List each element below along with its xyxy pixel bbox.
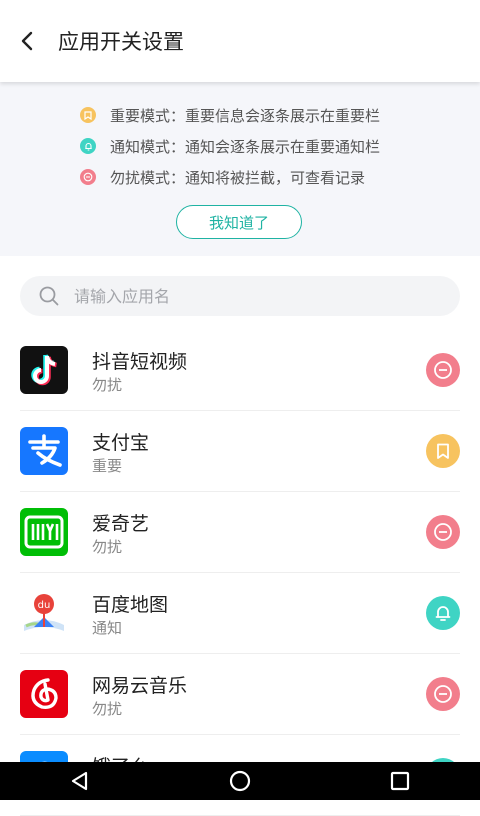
search-input[interactable] (72, 285, 436, 307)
nav-home-button[interactable] (210, 762, 270, 800)
alipay-icon (20, 427, 68, 475)
nav-back-button[interactable] (50, 762, 110, 800)
app-row-alipay[interactable]: 支付宝 重要 (20, 411, 460, 492)
system-navigation-bar (0, 762, 480, 800)
minus-circle-icon (434, 361, 452, 379)
mode-toggle-button[interactable] (426, 596, 460, 630)
bell-icon (80, 138, 96, 154)
app-mode-label: 勿扰 (92, 700, 123, 718)
bookmark-icon (437, 443, 449, 459)
svg-text:du: du (38, 600, 51, 611)
app-name: 支付宝 (92, 432, 150, 454)
search-icon (39, 286, 59, 306)
app-name: 爱奇艺 (92, 513, 150, 535)
app-row-netease-music[interactable]: 网易云音乐 勿扰 (20, 654, 460, 735)
app-name: 百度地图 (92, 594, 169, 616)
page-title: 应用开关设置 (58, 30, 184, 54)
mode-toggle-button[interactable] (426, 434, 460, 468)
app-row-baidu-map[interactable]: du 百度地图 通知 (20, 573, 460, 654)
app-row-douyin[interactable]: 抖音短视频 勿扰 (20, 330, 460, 411)
circle-home-icon (229, 770, 251, 792)
bell-icon (435, 606, 451, 621)
app-mode-label: 勿扰 (92, 376, 123, 394)
app-mode-label: 勿扰 (92, 538, 123, 556)
triangle-back-icon (71, 771, 88, 791)
mode-toggle-button[interactable] (426, 515, 460, 549)
minus-circle-icon (434, 685, 452, 703)
baidu-map-icon: du (20, 589, 68, 637)
mode-legend-dnd: 勿扰模式：通知将被拦截，可查看记录 (80, 166, 365, 188)
top-bar: 应用开关设置 (0, 0, 480, 82)
app-mode-label: 通知 (92, 619, 123, 637)
app-name: 抖音短视频 (92, 351, 188, 373)
app-name: 网易云音乐 (92, 675, 188, 697)
search-bar[interactable] (20, 276, 460, 316)
mode-legend-text: 重要模式：重要信息会逐条展示在重要栏 (110, 106, 381, 125)
square-recents-icon (390, 771, 410, 791)
netease-music-icon (20, 670, 68, 718)
iqiyi-icon (20, 508, 68, 556)
bookmark-icon (80, 107, 96, 123)
back-arrow-icon (21, 31, 33, 51)
mode-legend-text: 勿扰模式：通知将被拦截，可查看记录 (110, 168, 366, 187)
mode-legend-text: 通知模式：通知会逐条展示在重要通知栏 (110, 137, 381, 156)
mode-info-panel: 重要模式：重要信息会逐条展示在重要栏 通知模式：通知会逐条展示在重要通知栏 勿扰… (0, 82, 480, 256)
back-button[interactable] (0, 0, 56, 82)
mode-legend-notify: 通知模式：通知会逐条展示在重要通知栏 (80, 135, 380, 157)
minus-circle-icon (80, 169, 96, 185)
app-list: 抖音短视频 勿扰 支付宝 重要 爱奇艺 勿扰 du 百度地图 通知 网易云音乐 … (0, 330, 480, 816)
mode-toggle-button[interactable] (426, 677, 460, 711)
nav-recents-button[interactable] (370, 762, 430, 800)
app-mode-label: 重要 (92, 457, 123, 475)
douyin-icon (20, 346, 68, 394)
mode-toggle-button[interactable] (426, 353, 460, 387)
got-it-button[interactable]: 我知道了 (176, 205, 302, 239)
minus-circle-icon (434, 523, 452, 541)
app-row-iqiyi[interactable]: 爱奇艺 勿扰 (20, 492, 460, 573)
mode-legend-important: 重要模式：重要信息会逐条展示在重要栏 (80, 104, 380, 126)
